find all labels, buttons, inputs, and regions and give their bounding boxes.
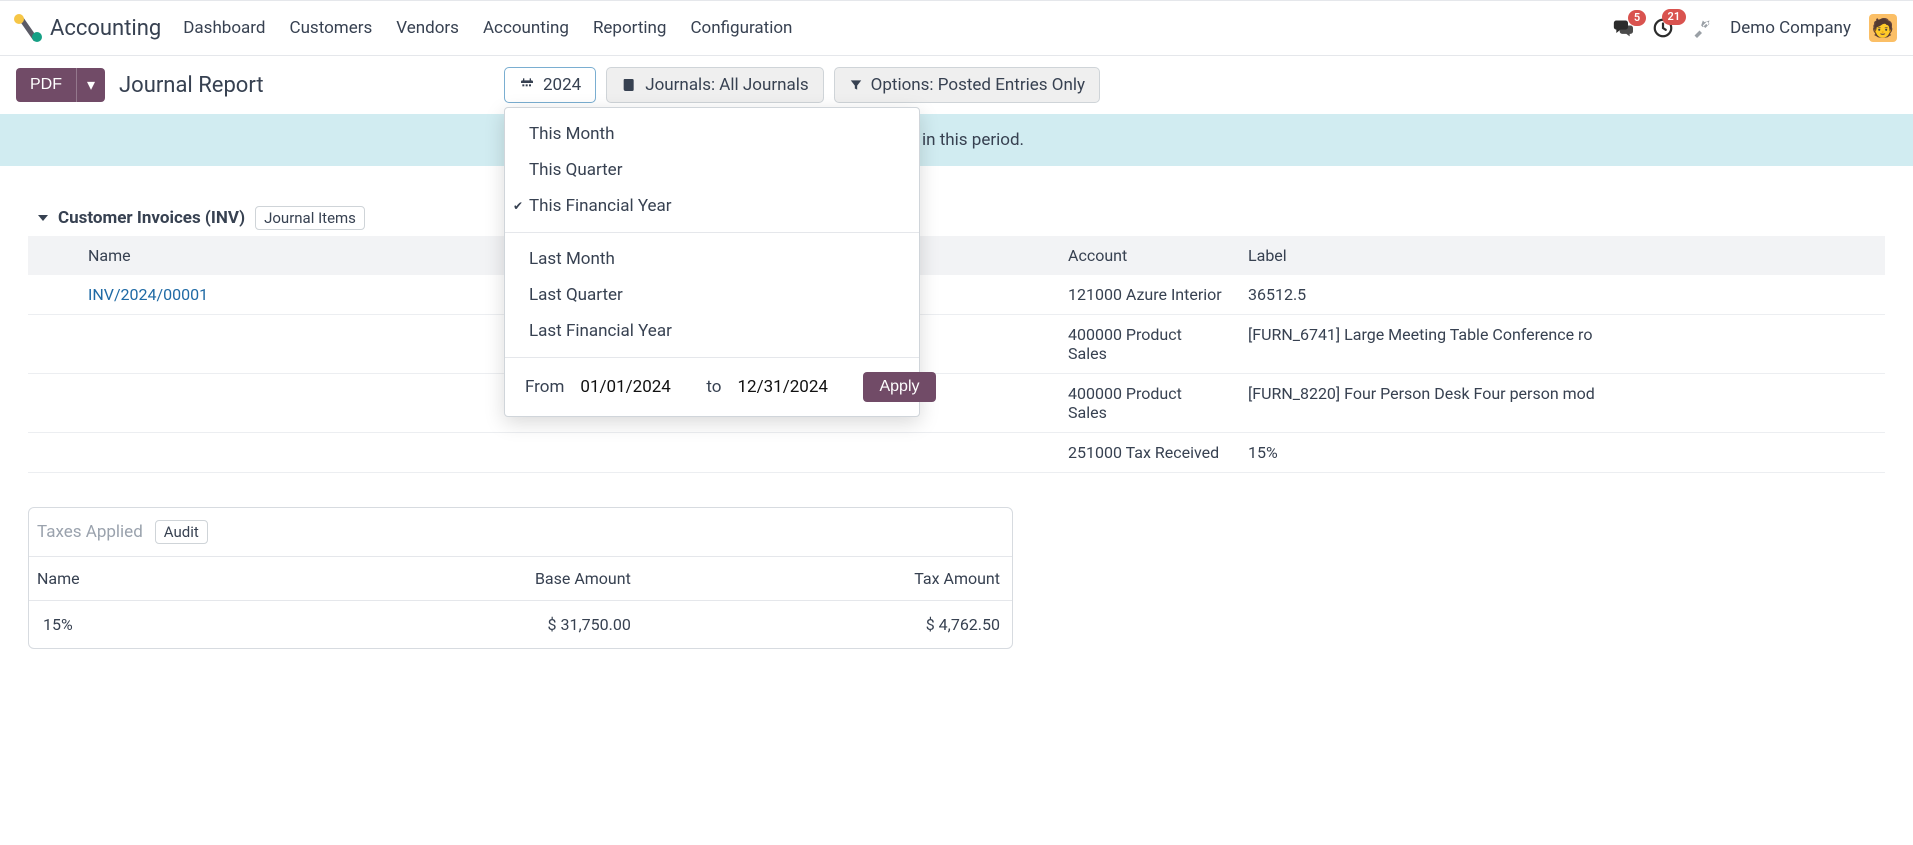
taxes-applied-box: Taxes Applied Audit Name Base Amount Tax… [28, 507, 1013, 649]
from-label: From [525, 377, 564, 397]
audit-tag[interactable]: Audit [155, 520, 208, 544]
cell-account: 251000 Tax Received [1056, 433, 1236, 473]
period-option-this-month[interactable]: This Month [505, 116, 919, 152]
company-switcher[interactable]: Demo Company [1730, 18, 1851, 38]
activities-badge: 21 [1662, 9, 1687, 25]
period-filter[interactable]: 2024 [504, 67, 596, 103]
table-header-row: Name Account Label [28, 236, 1885, 275]
pdf-button[interactable]: PDF [16, 68, 76, 102]
app-name: Accounting [50, 16, 161, 41]
page-title: Journal Report [119, 73, 264, 98]
menu-configuration[interactable]: Configuration [690, 18, 792, 38]
control-panel: PDF ▾ Journal Report 2024 This Month Thi… [0, 56, 1913, 114]
menu-vendors[interactable]: Vendors [396, 18, 459, 38]
cell-account: 400000 Product Sales [1056, 374, 1236, 433]
tax-cell-tax: $ 4,762.50 [643, 601, 1012, 649]
table-row: 251000 Tax Received15% [28, 433, 1885, 473]
export-button-group: PDF ▾ [16, 68, 105, 102]
to-label: to [706, 377, 721, 397]
menu-accounting[interactable]: Accounting [483, 18, 569, 38]
cell-label: 15% [1236, 433, 1885, 473]
tax-cell-base: $ 31,750.00 [240, 601, 643, 649]
table-row: 400000 Product Sales[FURN_8220] Four Per… [28, 374, 1885, 433]
activities-button[interactable]: 21 [1652, 17, 1674, 39]
book-icon [621, 77, 637, 93]
cell-account: 121000 Azure Interior [1056, 275, 1236, 315]
tax-col-tax: Tax Amount [643, 557, 1012, 601]
tax-col-base: Base Amount [240, 557, 643, 601]
journals-filter[interactable]: Journals: All Journals [606, 67, 823, 103]
cell-name [28, 433, 1056, 473]
cell-account: 400000 Product Sales [1056, 315, 1236, 374]
pdf-dropdown-toggle[interactable]: ▾ [76, 68, 105, 102]
section-header[interactable]: Customer Invoices (INV) Journal Items [38, 206, 1885, 230]
journal-items-tag[interactable]: Journal Items [255, 206, 365, 230]
tax-row: 15%$ 31,750.00$ 4,762.50 [29, 601, 1012, 649]
cell-label: 36512.5 [1236, 275, 1885, 315]
options-filter[interactable]: Options: Posted Entries Only [834, 67, 1100, 103]
main-menu: Dashboard Customers Vendors Accounting R… [183, 18, 792, 38]
cell-label: [FURN_8220] Four Person Desk Four person… [1236, 374, 1885, 433]
date-to-input[interactable] [737, 377, 847, 397]
taxes-applied-title: Taxes Applied [37, 522, 143, 542]
navbar-right: 5 21 Demo Company 🧑 [1612, 14, 1897, 42]
period-option-this-quarter[interactable]: This Quarter [505, 152, 919, 188]
user-avatar[interactable]: 🧑 [1869, 14, 1897, 42]
journals-filter-label: Journals: All Journals [645, 75, 808, 95]
tools-icon [1692, 18, 1712, 38]
filter-icon [849, 77, 863, 93]
tax-col-name: Name [29, 557, 240, 601]
period-option-last-financial-year[interactable]: Last Financial Year [505, 313, 919, 349]
col-label: Label [1236, 236, 1885, 275]
menu-dashboard[interactable]: Dashboard [183, 18, 265, 38]
messages-badge: 5 [1628, 10, 1646, 26]
top-navbar: Accounting Dashboard Customers Vendors A… [0, 0, 1913, 56]
period-dropdown: This Month This Quarter ✔This Financial … [504, 107, 920, 417]
table-row: INV/2024/00001 121000 Azure Interior36512… [28, 275, 1885, 315]
app-brand[interactable]: Accounting [16, 16, 161, 41]
filter-bar: 2024 This Month This Quarter ✔This Finan… [504, 67, 1100, 103]
period-custom-range: From to Apply [505, 358, 919, 416]
options-filter-label: Options: Posted Entries Only [871, 75, 1085, 95]
caret-down-icon [38, 215, 48, 221]
check-icon: ✔ [513, 199, 523, 213]
period-option-this-financial-year[interactable]: ✔This Financial Year [505, 188, 919, 224]
tax-cell-name: 15% [29, 601, 240, 649]
col-account: Account [1056, 236, 1236, 275]
menu-customers[interactable]: Customers [290, 18, 373, 38]
table-row: 400000 Product Sales[FURN_6741] Large Me… [28, 315, 1885, 374]
calendar-icon [519, 77, 535, 93]
cell-label: [FURN_6741] Large Meeting Table Conferen… [1236, 315, 1885, 374]
menu-reporting[interactable]: Reporting [593, 18, 667, 38]
debug-button[interactable] [1692, 18, 1712, 38]
section-title: Customer Invoices (INV) [58, 208, 245, 228]
period-filter-label: 2024 [543, 75, 581, 95]
report-content: Customer Invoices (INV) Journal Items Na… [0, 166, 1913, 689]
apply-button[interactable]: Apply [863, 372, 935, 402]
period-option-last-quarter[interactable]: Last Quarter [505, 277, 919, 313]
date-from-input[interactable] [580, 377, 690, 397]
messages-button[interactable]: 5 [1612, 18, 1634, 38]
info-banner: in this period. [0, 114, 1913, 166]
invoice-link[interactable]: INV/2024/00001 [88, 285, 208, 304]
report-table: Name Account Label INV/2024/00001 121000 … [28, 236, 1885, 473]
period-option-last-month[interactable]: Last Month [505, 241, 919, 277]
app-logo-icon [16, 16, 40, 40]
